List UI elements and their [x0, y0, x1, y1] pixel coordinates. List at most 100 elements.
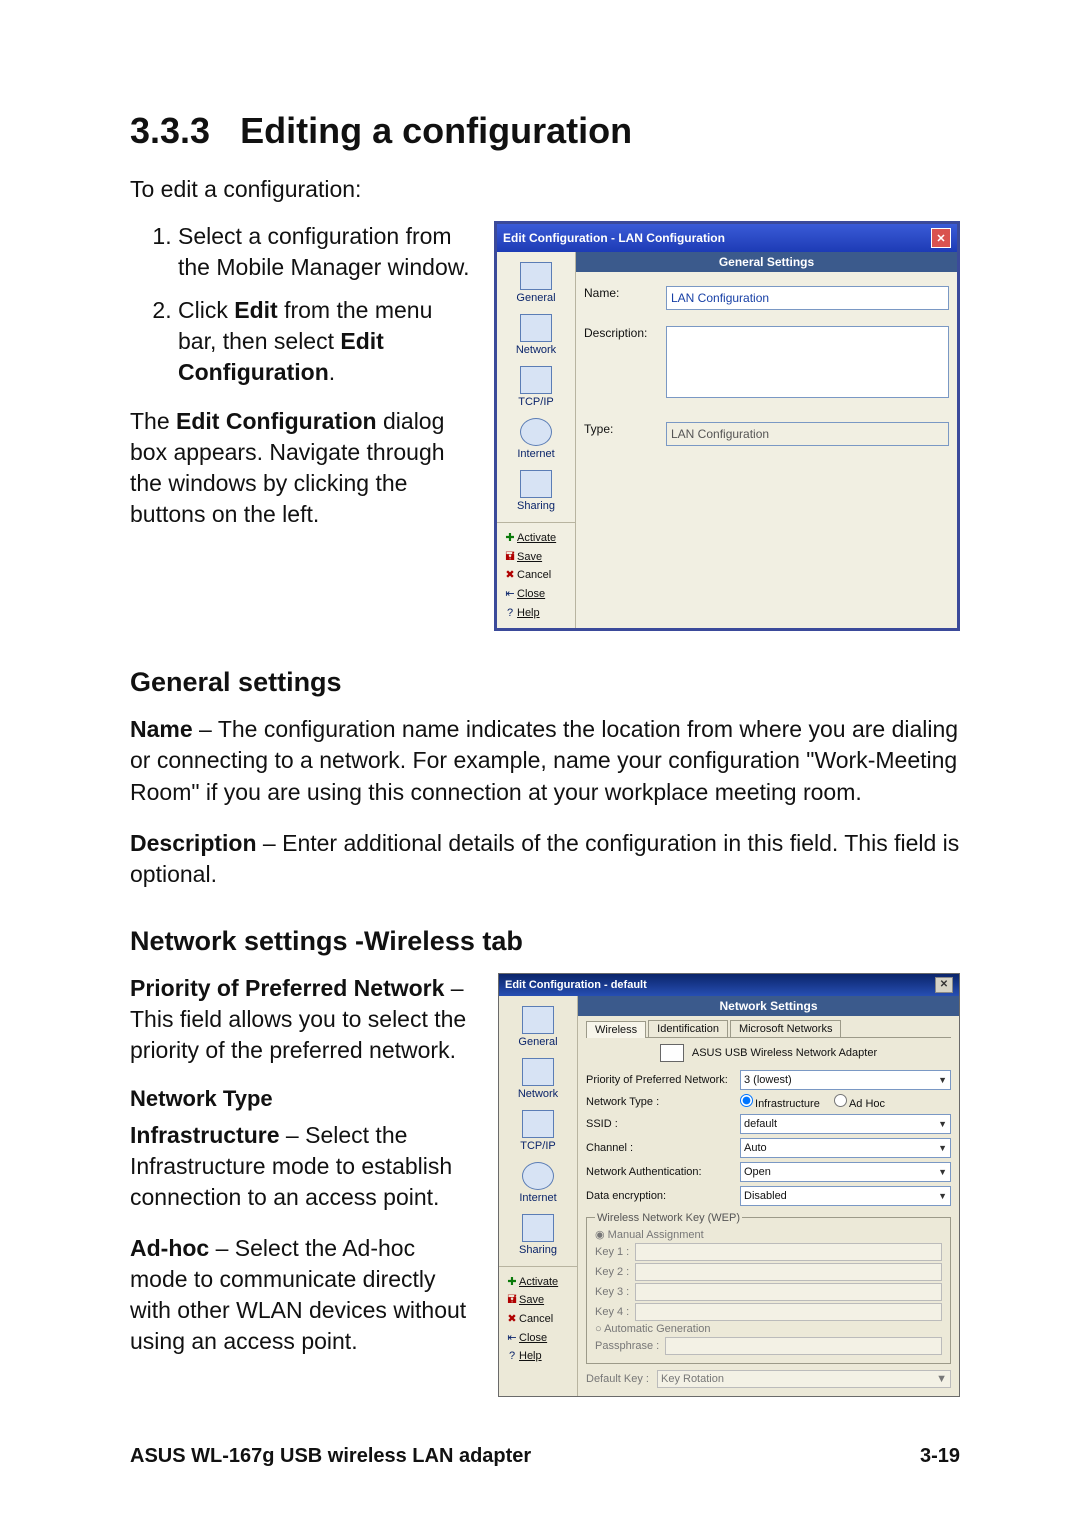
- priority-select[interactable]: 3 (lowest)▼: [740, 1070, 951, 1090]
- chevron-down-icon: ▼: [938, 1143, 947, 1153]
- action-cancel[interactable]: ✖Cancel: [505, 566, 571, 585]
- ssid-select[interactable]: default▼: [740, 1114, 951, 1134]
- key1-label: Key 1 :: [595, 1246, 629, 1258]
- passphrase-label: Passphrase :: [595, 1340, 659, 1352]
- key4-label: Key 4 :: [595, 1306, 629, 1318]
- wep-group: Wireless Network Key (WEP) ◉ Manual Assi…: [586, 1212, 951, 1364]
- wep-legend: Wireless Network Key (WEP): [595, 1212, 742, 1224]
- chevron-down-icon: ▼: [938, 1075, 947, 1085]
- action-activate[interactable]: ✚Activate: [507, 1273, 573, 1292]
- dialog1-title: Edit Configuration - LAN Configuration: [503, 231, 725, 245]
- description-paragraph: Description – Enter additional details o…: [130, 828, 960, 890]
- nav-internet[interactable]: Internet: [497, 418, 575, 460]
- infrastructure-paragraph: Infrastructure – Select the Infrastructu…: [130, 1120, 478, 1213]
- internet-icon: [522, 1162, 554, 1190]
- key2-input[interactable]: [635, 1263, 942, 1281]
- radio-manual[interactable]: ◉ Manual Assignment: [595, 1228, 942, 1241]
- nav-network[interactable]: Network: [497, 314, 575, 356]
- type-label: Type:: [584, 422, 656, 436]
- description-input[interactable]: [666, 326, 949, 398]
- nav-sharing[interactable]: Sharing: [497, 470, 575, 512]
- sharing-icon: [520, 470, 552, 498]
- adhoc-paragraph: Ad-hoc – Select the Ad-hoc mode to commu…: [130, 1233, 478, 1357]
- dialog1-header: General Settings: [576, 252, 957, 272]
- auth-label: Network Authentication:: [586, 1166, 736, 1178]
- chevron-down-icon: ▼: [938, 1119, 947, 1129]
- chevron-down-icon: ▼: [936, 1373, 947, 1385]
- tcpip-icon: [520, 366, 552, 394]
- nav-general[interactable]: General: [497, 262, 575, 304]
- adapter-row: ASUS USB Wireless Network Adapter: [586, 1044, 951, 1062]
- nav-tcpip[interactable]: TCP/IP: [497, 366, 575, 408]
- internet-icon: [520, 418, 552, 446]
- tcpip-icon: [522, 1110, 554, 1138]
- general-settings-heading: General settings: [130, 667, 960, 698]
- network-icon: [522, 1058, 554, 1086]
- network-type-label: Network Type :: [586, 1096, 736, 1108]
- action-save[interactable]: 🖬Save: [505, 548, 571, 567]
- tab-identification[interactable]: Identification: [648, 1020, 728, 1037]
- chevron-down-icon: ▼: [938, 1167, 947, 1177]
- action-activate[interactable]: ✚Activate: [505, 529, 571, 548]
- sharing-icon: [522, 1214, 554, 1242]
- network-settings-heading: Network settings -Wireless tab: [130, 926, 960, 957]
- close-icon[interactable]: ✕: [935, 977, 953, 993]
- key3-label: Key 3 :: [595, 1286, 629, 1298]
- action-help[interactable]: ?Help: [505, 604, 571, 623]
- passphrase-input[interactable]: [665, 1337, 942, 1355]
- encryption-label: Data encryption:: [586, 1190, 736, 1202]
- ssid-label: SSID :: [586, 1118, 736, 1130]
- name-input[interactable]: [666, 286, 949, 310]
- key3-input[interactable]: [635, 1283, 942, 1301]
- tab-microsoft-networks[interactable]: Microsoft Networks: [730, 1020, 842, 1037]
- name-paragraph: Name – The configuration name indicates …: [130, 714, 960, 807]
- nav-network[interactable]: Network: [499, 1058, 577, 1100]
- action-save[interactable]: 🖬Save: [507, 1291, 573, 1310]
- general-icon: [520, 262, 552, 290]
- intro-text: To edit a configuration:: [130, 176, 960, 203]
- nav-general[interactable]: General: [499, 1006, 577, 1048]
- network-icon: [520, 314, 552, 342]
- radio-auto[interactable]: ○ Automatic Generation: [595, 1323, 942, 1335]
- action-close[interactable]: ⇤Close: [505, 585, 571, 604]
- nav-sharing[interactable]: Sharing: [499, 1214, 577, 1256]
- section-heading: 3.3.3 Editing a configuration: [130, 110, 960, 152]
- nav-internet[interactable]: Internet: [499, 1162, 577, 1204]
- key4-input[interactable]: [635, 1303, 942, 1321]
- key1-input[interactable]: [635, 1243, 942, 1261]
- after-steps-text: The Edit Configuration dialog box appear…: [130, 406, 474, 530]
- edit-config-dialog-2: Edit Configuration - default ✕ General N…: [498, 973, 960, 1397]
- tab-wireless[interactable]: Wireless: [586, 1021, 646, 1038]
- dialog2-header: Network Settings: [578, 996, 959, 1016]
- encryption-select[interactable]: Disabled▼: [740, 1186, 951, 1206]
- close-icon[interactable]: ✕: [931, 228, 951, 248]
- channel-select[interactable]: Auto▼: [740, 1138, 951, 1158]
- channel-label: Channel :: [586, 1142, 736, 1154]
- priority-label: Priority of Preferred Network:: [586, 1074, 736, 1086]
- steps-list: Select a configuration from the Mobile M…: [130, 221, 474, 388]
- footer-product: ASUS WL-167g USB wireless LAN adapter: [130, 1445, 531, 1468]
- action-close[interactable]: ⇤Close: [507, 1329, 573, 1348]
- adapter-icon: [660, 1044, 684, 1062]
- general-icon: [522, 1006, 554, 1034]
- edit-config-dialog-1: Edit Configuration - LAN Configuration ✕…: [494, 221, 960, 631]
- step-2: Click Edit from the menu bar, then selec…: [178, 295, 474, 388]
- nav-tcpip[interactable]: TCP/IP: [499, 1110, 577, 1152]
- name-label: Name:: [584, 286, 656, 300]
- default-key-label: Default Key :: [586, 1373, 649, 1385]
- priority-paragraph: Priority of Preferred Network – This fie…: [130, 973, 478, 1066]
- radio-infrastructure[interactable]: Infrastructure: [740, 1094, 820, 1110]
- radio-adhoc[interactable]: Ad Hoc: [834, 1094, 885, 1110]
- step-1: Select a configuration from the Mobile M…: [178, 221, 474, 283]
- dialog2-title: Edit Configuration - default: [505, 979, 647, 991]
- default-key-select[interactable]: Key Rotation▼: [657, 1370, 951, 1388]
- description-label: Description:: [584, 326, 656, 340]
- action-help[interactable]: ?Help: [507, 1347, 573, 1366]
- type-field: [666, 422, 949, 446]
- chevron-down-icon: ▼: [938, 1191, 947, 1201]
- network-type-heading: Network Type: [130, 1086, 478, 1112]
- footer-page-number: 3-19: [920, 1445, 960, 1468]
- auth-select[interactable]: Open▼: [740, 1162, 951, 1182]
- key2-label: Key 2 :: [595, 1266, 629, 1278]
- action-cancel[interactable]: ✖Cancel: [507, 1310, 573, 1329]
